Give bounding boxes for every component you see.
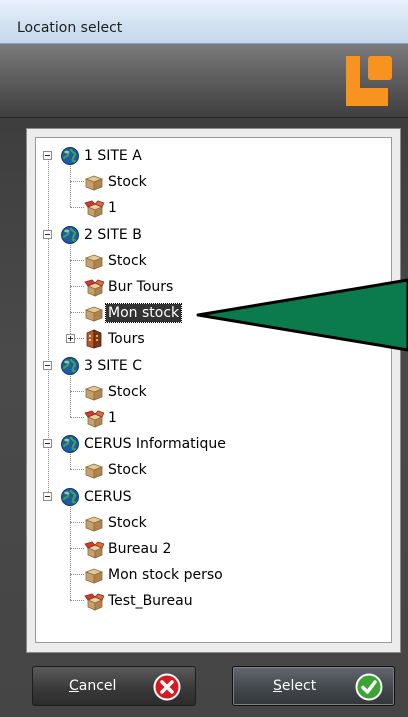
tree-location-node[interactable]: Mon stock perso	[106, 566, 225, 584]
tree-connector-line	[70, 574, 84, 576]
select-button[interactable]: Select	[232, 666, 395, 706]
tree-connector-line	[70, 469, 84, 471]
tree-location-node[interactable]: Bur Tours	[106, 278, 175, 296]
box-icon	[84, 172, 104, 192]
tree-location-node[interactable]: Test_Bureau	[106, 592, 195, 610]
select-button-label: Select	[273, 678, 317, 694]
box-icon	[84, 382, 104, 402]
tree-connector-line	[70, 600, 84, 602]
box-icon	[84, 303, 104, 323]
tree-location-node[interactable]: Stock	[106, 514, 149, 532]
cancel-x-icon	[153, 673, 181, 701]
tree-site-node[interactable]: CERUS	[82, 488, 133, 506]
tree-location-node[interactable]: Stock	[106, 252, 149, 270]
open-box-icon	[84, 277, 105, 297]
tree-location-node[interactable]: Stock	[106, 461, 149, 479]
tree-location-node[interactable]: Bureau 2	[106, 540, 173, 558]
globe-icon	[60, 356, 80, 376]
tree-connector-line	[70, 521, 71, 548]
header-banner	[0, 44, 408, 118]
tree-location-node[interactable]: 1	[106, 409, 119, 427]
tree-location-node[interactable]: Mon stock	[104, 303, 183, 324]
tree-connector-line	[70, 181, 71, 208]
box-icon	[84, 251, 104, 271]
select-check-icon	[355, 673, 383, 701]
window-title: Location select	[17, 20, 123, 36]
globe-icon	[60, 225, 80, 245]
tree-connector-line	[70, 166, 71, 182]
location-select-window: Location select 1 SITE A Stock 1 2 SITE B St…	[0, 0, 408, 717]
tree-connector-line	[70, 286, 71, 313]
tree-connector-line	[70, 207, 84, 209]
expand-plus-icon[interactable]	[66, 334, 75, 344]
tree-connector-line	[70, 244, 71, 260]
tree-connector-line	[70, 259, 84, 261]
tree-location-node[interactable]: Stock	[106, 383, 149, 401]
globe-icon	[60, 487, 80, 507]
tree-site-node[interactable]: 2 SITE B	[82, 226, 144, 244]
tree-site-node[interactable]: 1 SITE A	[82, 147, 144, 165]
title-bar[interactable]: Location select	[0, 0, 408, 44]
tree-location-node[interactable]: Stock	[106, 173, 149, 191]
cancel-button[interactable]: Cancel	[32, 666, 196, 706]
collapse-minus-icon[interactable]	[43, 360, 52, 370]
collapse-minus-icon[interactable]	[43, 439, 52, 449]
globe-icon	[60, 434, 80, 454]
tree-connector-line	[70, 259, 71, 286]
tree-connector-line	[70, 548, 84, 549]
cancel-button-label: Cancel	[69, 678, 117, 694]
tree-connector-line	[70, 390, 84, 392]
collapse-minus-icon[interactable]	[43, 491, 52, 501]
tree-connector-line	[70, 312, 84, 314]
tree-connector-line	[70, 390, 71, 417]
open-box-icon	[84, 539, 105, 559]
box-icon	[84, 460, 104, 480]
brand-logo-icon	[346, 56, 392, 106]
tree-connector-line	[70, 548, 71, 575]
tree-connector-line	[70, 574, 71, 601]
collapse-minus-icon[interactable]	[43, 151, 52, 160]
box-icon	[84, 513, 104, 533]
tree-connector-line	[70, 181, 84, 183]
tree-connector-line	[70, 506, 71, 522]
open-box-icon	[84, 591, 105, 611]
tree-connector-line	[70, 417, 84, 418]
tree-connector-line	[70, 454, 71, 470]
open-box-icon	[84, 198, 105, 218]
location-tree[interactable]: 1 SITE A Stock 1 2 SITE B Stock Bur Tours Mon …	[35, 137, 392, 643]
collapse-minus-icon[interactable]	[43, 229, 52, 239]
tree-location-node[interactable]: 1	[106, 199, 119, 217]
box-icon	[84, 565, 104, 585]
tree-connector-line	[70, 286, 84, 287]
tree-location-node[interactable]: Tours	[106, 330, 147, 348]
tree-site-node[interactable]: CERUS Informatique	[82, 435, 228, 453]
tree-connector-line	[70, 521, 84, 523]
building-icon	[84, 329, 104, 349]
globe-icon	[60, 146, 80, 166]
open-box-icon	[84, 408, 105, 428]
tree-site-node[interactable]: 3 SITE C	[82, 357, 144, 375]
tree-connector-line	[70, 375, 71, 391]
